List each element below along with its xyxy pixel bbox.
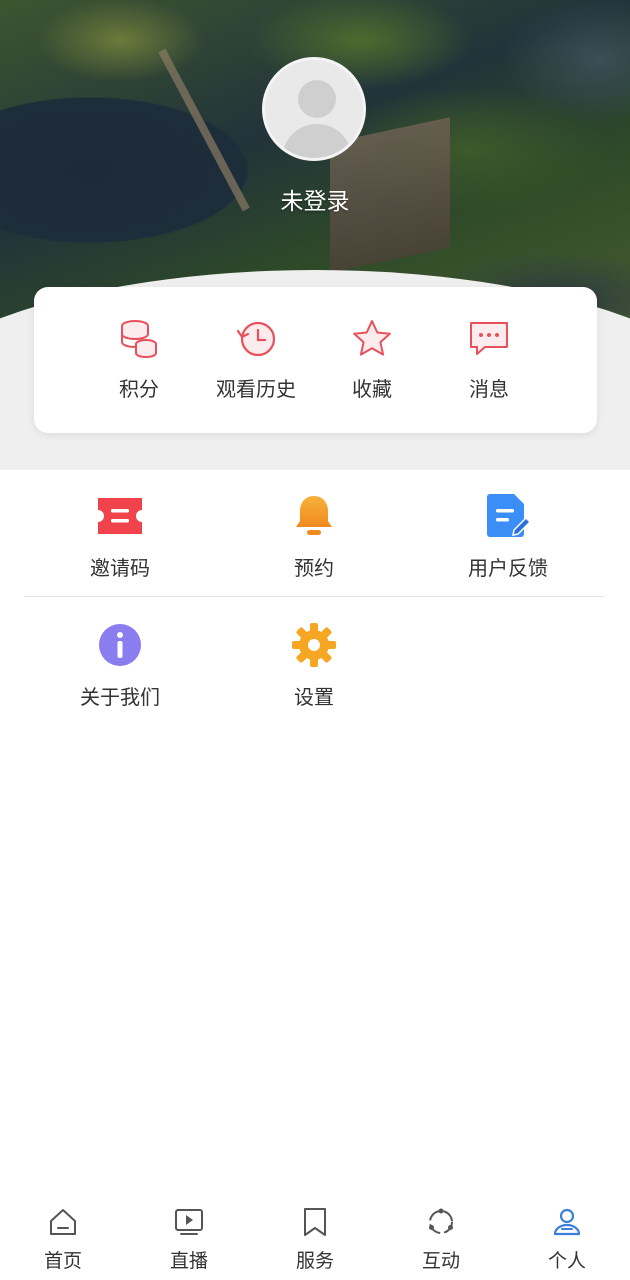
bell-icon <box>296 496 332 535</box>
bottom-tab-bar: 首页 直播 服务 互动 个人 <box>0 1196 630 1280</box>
menu-item-label: 关于我们 <box>80 685 160 709</box>
history-icon <box>236 321 276 357</box>
tab-home[interactable]: 首页 <box>0 1206 126 1273</box>
message-icon <box>470 322 508 355</box>
menu-item-settings[interactable]: 设置 <box>239 621 389 710</box>
quick-item-favorites[interactable]: 收藏 <box>317 317 427 402</box>
tab-services[interactable]: 服务 <box>252 1206 378 1273</box>
coins-icon <box>121 320 157 359</box>
quick-item-history[interactable]: 观看历史 <box>201 317 311 402</box>
menu-item-label: 用户反馈 <box>468 556 548 580</box>
bookmark-icon <box>304 1208 326 1236</box>
quick-item-points[interactable]: 积分 <box>84 317 194 402</box>
menu-item-feedback[interactable]: 用户反馈 <box>433 492 583 581</box>
avatar[interactable] <box>262 57 366 161</box>
info-icon <box>99 624 141 666</box>
menu-item-reservation[interactable]: 预约 <box>239 492 389 581</box>
ticket-icon <box>98 498 142 534</box>
person-icon <box>553 1208 581 1236</box>
feedback-icon <box>487 494 532 537</box>
login-status-text[interactable]: 未登录 <box>0 182 630 216</box>
tab-interaction[interactable]: 互动 <box>378 1206 504 1273</box>
quick-actions-card: 积分 观看历史 收藏 消息 <box>34 287 597 433</box>
quick-item-label: 观看历史 <box>216 377 296 401</box>
interaction-icon <box>429 1208 453 1234</box>
menu-item-label: 邀请码 <box>90 556 150 580</box>
tab-label: 个人 <box>547 1250 586 1272</box>
gear-icon <box>292 623 336 667</box>
tab-label: 直播 <box>169 1250 208 1272</box>
tab-profile[interactable]: 个人 <box>504 1206 630 1273</box>
quick-item-label: 消息 <box>469 377 509 401</box>
tab-label: 服务 <box>295 1250 334 1272</box>
menu-item-about-us[interactable]: 关于我们 <box>45 621 195 710</box>
tab-label: 互动 <box>421 1250 460 1272</box>
menu-item-invite-code[interactable]: 邀请码 <box>45 492 195 581</box>
play-icon <box>175 1209 203 1235</box>
tab-live[interactable]: 直播 <box>126 1206 252 1273</box>
quick-item-label: 收藏 <box>352 377 392 401</box>
star-icon <box>353 320 391 356</box>
quick-item-label: 积分 <box>119 377 159 401</box>
home-icon <box>50 1209 76 1235</box>
tab-label: 首页 <box>43 1250 82 1272</box>
menu-item-label: 设置 <box>294 685 334 709</box>
menu-divider <box>24 596 605 597</box>
menu-item-label: 预约 <box>294 556 334 580</box>
quick-item-messages[interactable]: 消息 <box>434 317 544 402</box>
